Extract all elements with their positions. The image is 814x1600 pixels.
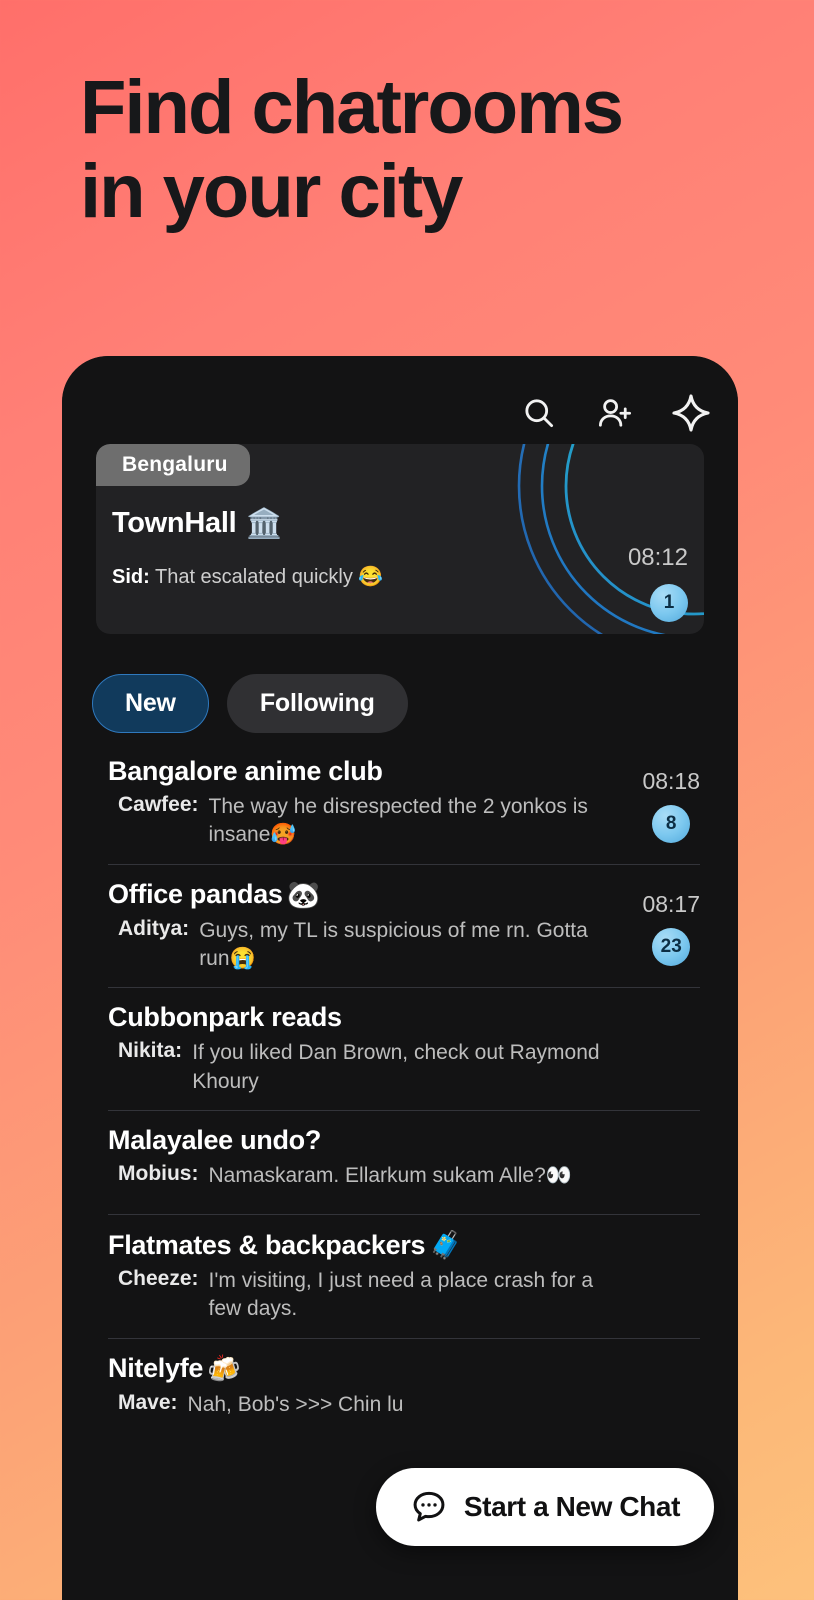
chat-title: Malayalee undo? xyxy=(108,1125,700,1156)
chat-title: Office pandas 🐼 xyxy=(108,879,700,911)
chat-time: 08:18 xyxy=(642,768,700,794)
chat-message: Guys, my TL is suspicious of me rn. Gott… xyxy=(199,918,588,971)
chat-list-item[interactable]: Malayalee undo? Mobius: Namaskaram. Ella… xyxy=(108,1111,700,1216)
headline-line-1: Find chatrooms xyxy=(80,65,624,150)
chat-title: Bangalore anime club xyxy=(108,756,700,787)
chat-sender: Aditya: xyxy=(118,916,190,940)
chat-time: 08:17 xyxy=(642,890,700,917)
app-topbar xyxy=(518,386,712,440)
chat-sender: Cawfee: xyxy=(118,793,199,816)
search-icon[interactable] xyxy=(518,392,560,434)
city-badge[interactable]: Bengaluru xyxy=(96,444,250,486)
featured-chat-title: TownHall 🏛️ xyxy=(112,506,282,541)
chat-list-item[interactable]: Nitelyfe 🍻 Mave: Nah, Bob's >>> Chin lu xyxy=(108,1339,700,1443)
chat-title-text: Cubbonpark reads xyxy=(108,1002,342,1033)
app-screen: Bengaluru TownHall 🏛️ Sid: That escalate… xyxy=(62,356,738,1600)
luggage-icon: 🧳 xyxy=(429,1230,463,1262)
chat-preview: Nikita: If you liked Dan Brown, check ou… xyxy=(108,1039,700,1096)
chat-title-text: Malayalee undo? xyxy=(108,1125,322,1156)
chat-message: Namaskaram. Ellarkum sukam Alle?👀 xyxy=(208,1164,572,1188)
chat-list-item[interactable]: Flatmates & backpackers 🧳 Cheeze: I'm vi… xyxy=(108,1215,700,1339)
unread-count: 1 xyxy=(650,584,688,622)
featured-chat-message: That escalated quickly 😂 xyxy=(154,566,384,588)
start-new-chat-label: Start a New Chat xyxy=(463,1491,681,1522)
chat-preview: Mave: Nah, Bob's >>> Chin lu xyxy=(108,1391,700,1419)
tab-new[interactable]: New xyxy=(92,674,209,733)
chat-bubble-dots-icon xyxy=(410,1488,448,1526)
start-new-chat-button[interactable]: Start a New Chat xyxy=(375,1468,714,1546)
chat-preview: Cheeze: I'm visiting, I just need a plac… xyxy=(108,1267,700,1324)
beer-mugs-icon: 🍻 xyxy=(207,1353,241,1385)
featured-chat-title-text: TownHall xyxy=(112,507,237,539)
chat-sender: Cheeze: xyxy=(118,1267,199,1291)
panda-icon: 🐼 xyxy=(286,879,321,911)
tab-following[interactable]: Following xyxy=(226,674,408,733)
featured-chat-time: 08:12 xyxy=(627,544,688,571)
chat-sender: Nikita: xyxy=(118,1039,183,1063)
chat-title-text: Office pandas xyxy=(108,879,283,910)
chat-title: Nitelyfe 🍻 xyxy=(108,1353,700,1385)
chat-preview: Mobius: Namaskaram. Ellarkum sukam Alle?… xyxy=(108,1162,700,1190)
chat-message: Nah, Bob's >>> Chin lu xyxy=(187,1392,404,1416)
phone-mockup: Bengaluru TownHall 🏛️ Sid: That escalate… xyxy=(62,356,738,1600)
headline-line-2: in your city xyxy=(80,149,463,235)
sparkle-icon[interactable] xyxy=(670,392,712,434)
chat-sender: Mobius: xyxy=(118,1162,199,1186)
chat-preview: Aditya: Guys, my TL is suspicious of me … xyxy=(108,917,700,974)
chat-preview: Cawfee: The way he disrespected the 2 yo… xyxy=(108,793,700,850)
chat-meta: 08:17 23 xyxy=(642,891,700,966)
chat-title: Flatmates & backpackers 🧳 xyxy=(108,1229,700,1262)
bank-building-icon: 🏛️ xyxy=(246,506,283,540)
chat-list-item[interactable]: Office pandas 🐼 Aditya: Guys, my TL is s… xyxy=(108,865,700,989)
unread-count: 8 xyxy=(652,805,691,843)
featured-chat-preview: Sid: That escalated quickly 😂 xyxy=(112,564,383,589)
chat-message: If you liked Dan Brown, check out Raymon… xyxy=(192,1041,600,1093)
featured-chat-sender: Sid: xyxy=(112,566,150,588)
page-title: Find chatrooms in your city xyxy=(80,65,740,235)
featured-unread-badge: 1 xyxy=(650,584,688,622)
chat-title: Cubbonpark reads xyxy=(108,1002,700,1033)
chat-sender: Mave: xyxy=(118,1390,178,1414)
chat-title-text: Nitelyfe xyxy=(108,1353,204,1384)
chat-title-text: Flatmates & backpackers xyxy=(108,1229,426,1260)
unread-count: 23 xyxy=(652,927,691,966)
chat-message: The way he disrespected the 2 yonkos is … xyxy=(208,795,588,847)
chat-message: I'm visiting, I just need a place crash … xyxy=(208,1269,594,1321)
featured-chat-card[interactable]: Bengaluru TownHall 🏛️ Sid: That escalate… xyxy=(96,444,704,634)
chat-list-item[interactable]: Bangalore anime club Cawfee: The way he … xyxy=(108,742,700,865)
add-person-icon[interactable] xyxy=(594,392,636,434)
chat-filter-tabs: New Following xyxy=(92,674,408,733)
chat-list-item[interactable]: Cubbonpark reads Nikita: If you liked Da… xyxy=(108,988,700,1112)
chat-title-text: Bangalore anime club xyxy=(108,756,383,786)
chat-meta: 08:18 8 xyxy=(642,768,700,843)
